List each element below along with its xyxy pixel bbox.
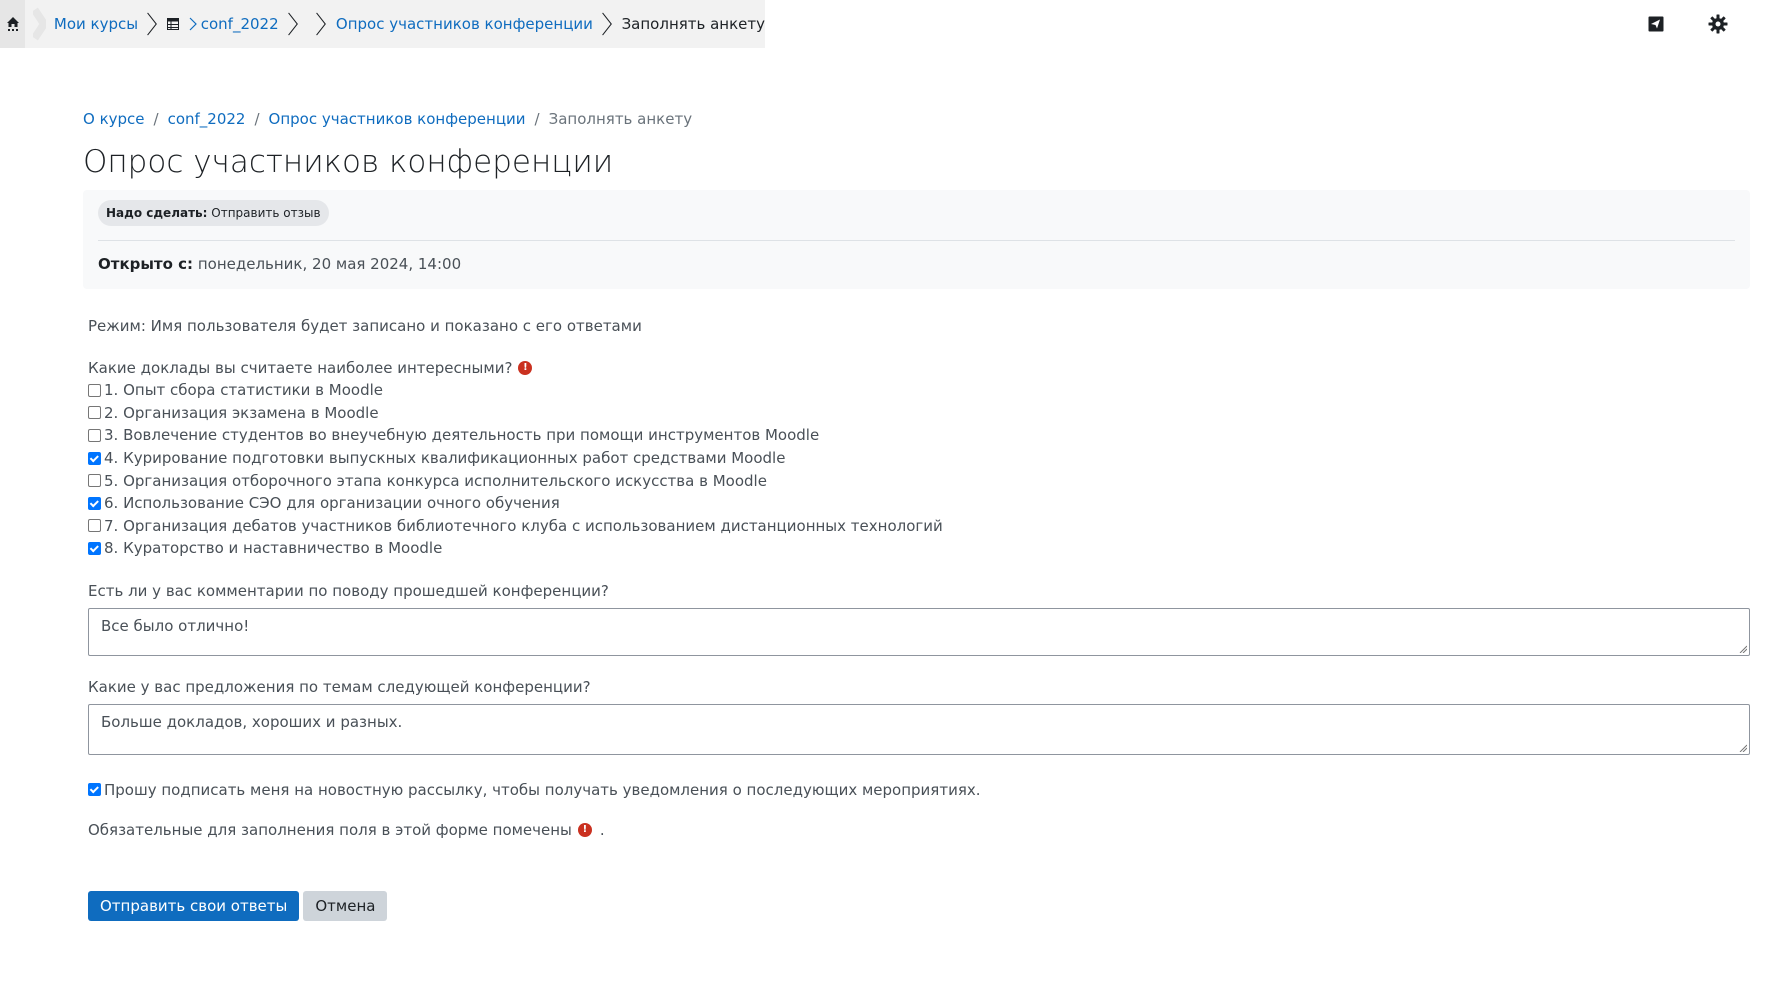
- required-note-suffix: .: [599, 820, 605, 839]
- option-label: 6. Использование СЭО для организации очн…: [104, 494, 560, 513]
- option-label: 5. Организация отборочного этапа конкурс…: [104, 471, 767, 490]
- chevron-right-icon: [602, 12, 612, 36]
- top-actions: [1644, 0, 1768, 48]
- breadcrumb: О курсе / conf_2022 / Опрос участников к…: [83, 108, 1750, 130]
- todo-value: Отправить отзыв: [211, 206, 321, 220]
- message-drawer-button[interactable]: [1644, 12, 1668, 36]
- option-checkbox[interactable]: [88, 451, 101, 465]
- gear-icon: [1708, 14, 1728, 34]
- option-checkbox[interactable]: [88, 474, 101, 488]
- option-label: 1. Опыт сбора статистики в Moodle: [104, 381, 383, 400]
- home-icon: [6, 17, 19, 31]
- required-fields-note: Обязательные для заполнения поля в этой …: [88, 819, 1750, 841]
- required-icon: !: [518, 361, 533, 375]
- chevron-right-icon: [316, 12, 327, 36]
- option-label: 8. Кураторство и наставничество в Moodle: [104, 539, 443, 558]
- top-navbar: Мои курсы conf_2022 Опрос участников кон…: [0, 0, 1768, 48]
- question-1-option[interactable]: 5. Организация отборочного этапа конкурс…: [88, 469, 1750, 492]
- feedback-form: Режим: Имя пользователя будет записано и…: [83, 315, 1750, 921]
- activity-info: Надо сделать: Отправить отзыв Открыто с:…: [83, 190, 1750, 289]
- todo-label: Надо сделать:: [106, 206, 208, 220]
- question-1-option[interactable]: 1. Опыт сбора статистики в Moodle: [88, 379, 1750, 402]
- option-checkbox[interactable]: [88, 383, 101, 397]
- opened-value: понедельник, 20 мая 2024, 14:00: [197, 255, 462, 273]
- option-label: 3. Вовлечение студентов во внеучебную де…: [104, 426, 820, 445]
- suggestions-textarea[interactable]: Больше докладов, хороших и разных.: [88, 703, 1750, 755]
- question-1-options: 1. Опыт сбора статистики в Moodle 2. Орга…: [88, 379, 1750, 560]
- breadcrumb-about-course[interactable]: О курсе: [83, 110, 145, 128]
- paper-plane-icon: [1648, 16, 1664, 32]
- form-buttons: Отправить свои ответы Отмена: [88, 890, 1750, 921]
- option-label: 7. Организация дебатов участников библио…: [104, 516, 943, 535]
- option-checkbox[interactable]: [88, 406, 101, 420]
- divider: [98, 240, 1735, 241]
- option-checkbox[interactable]: [88, 496, 101, 510]
- comments-value: Все было отлично!: [101, 616, 250, 635]
- page-content: О курсе / conf_2022 / Опрос участников к…: [83, 108, 1750, 921]
- todo-badge: Надо сделать: Отправить отзыв: [98, 200, 329, 226]
- subscribe-checkbox[interactable]: [88, 783, 101, 797]
- option-checkbox[interactable]: [88, 428, 101, 442]
- breadcrumb-course[interactable]: conf_2022: [168, 110, 246, 128]
- chevron-right-icon: [33, 7, 46, 41]
- resize-handle-icon[interactable]: [1739, 744, 1747, 752]
- nav-crumb-course[interactable]: conf_2022: [166, 0, 279, 48]
- chevron-right-icon: [287, 12, 298, 36]
- question-1-label: Какие доклады вы считаете наиболее интер…: [88, 357, 1750, 379]
- nav-crumb-course-label: conf_2022: [200, 15, 279, 33]
- nav-crumb-my-courses[interactable]: Мои курсы: [54, 0, 138, 48]
- chevron-right-icon: [189, 17, 197, 31]
- subscribe-option[interactable]: Прошу подписать меня на новостную рассыл…: [88, 779, 1750, 801]
- mode-text: Режим: Имя пользователя будет записано и…: [88, 317, 642, 335]
- opened-label: Открыто с:: [98, 255, 194, 273]
- resize-handle-icon[interactable]: [1739, 645, 1747, 653]
- question-1-text: Какие доклады вы считаете наиболее интер…: [88, 359, 513, 377]
- question-1-option[interactable]: 7. Организация дебатов участников библио…: [88, 515, 1750, 538]
- nav-breadcrumb: Мои курсы conf_2022 Опрос участников кон…: [0, 0, 765, 48]
- breadcrumb-survey[interactable]: Опрос участников конференции: [269, 110, 526, 128]
- cancel-button[interactable]: Отмена: [303, 890, 388, 921]
- subscribe-label: Прошу подписать меня на новостную рассыл…: [104, 780, 981, 799]
- required-icon: !: [577, 822, 592, 837]
- option-label: 2. Организация экзамена в Moodle: [104, 403, 379, 422]
- comments-textarea[interactable]: Все было отлично!: [88, 607, 1750, 656]
- question-1-option[interactable]: 6. Использование СЭО для организации очн…: [88, 492, 1750, 515]
- home-button[interactable]: [0, 0, 26, 48]
- breadcrumb-separator: /: [534, 110, 540, 128]
- option-label: 4. Курирование подготовки выпускных квал…: [104, 449, 786, 468]
- nav-crumb-current: Заполнять анкету: [621, 15, 766, 33]
- chevron-right-icon: [147, 12, 158, 36]
- option-checkbox[interactable]: [88, 541, 101, 555]
- question-1-option[interactable]: 3. Вовлечение студентов во внеучебную де…: [88, 424, 1750, 447]
- opened-date: Открыто с: понедельник, 20 мая 2024, 14:…: [98, 255, 1735, 273]
- course-table-icon: [166, 18, 179, 30]
- submit-button[interactable]: Отправить свои ответы: [88, 890, 300, 921]
- breadcrumb-current: Заполнять анкету: [548, 110, 693, 128]
- question-1-option[interactable]: 4. Курирование подготовки выпускных квал…: [88, 447, 1750, 470]
- question-1-option[interactable]: 8. Кураторство и наставничество в Moodle: [88, 537, 1750, 560]
- breadcrumb-separator: /: [153, 110, 159, 128]
- settings-button[interactable]: [1706, 12, 1730, 36]
- required-note-text: Обязательные для заполнения поля в этой …: [88, 820, 572, 839]
- page-title: Опрос участников конференции: [83, 144, 614, 180]
- option-checkbox[interactable]: [88, 519, 101, 533]
- breadcrumb-separator: /: [254, 110, 260, 128]
- question-1-option[interactable]: 2. Организация экзамена в Moodle: [88, 402, 1750, 425]
- nav-crumb-survey[interactable]: Опрос участников конференции: [336, 0, 593, 48]
- question-3-label: Какие у вас предложения по темам следующ…: [88, 677, 591, 696]
- suggestions-value: Больше докладов, хороших и разных.: [101, 712, 403, 731]
- question-2-label: Есть ли у вас комментарии по поводу прош…: [88, 581, 609, 600]
